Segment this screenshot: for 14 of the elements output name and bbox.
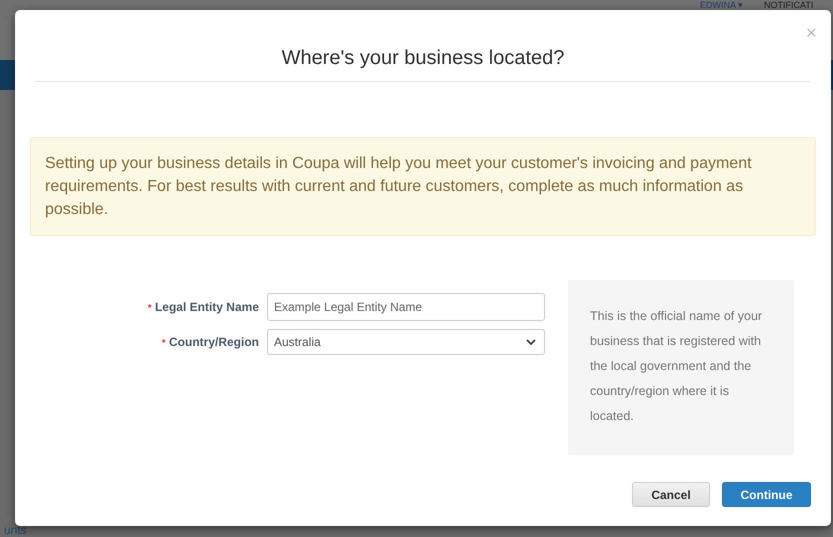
dialog-title: Where's your business located? <box>280 47 566 70</box>
input-field[interactable]: Example Legal Entity Name <box>267 293 545 321</box>
sidebar-link[interactable]: unts <box>4 523 27 537</box>
user-menu[interactable]: EDWINA ▾ <box>700 0 744 10</box>
dropdown[interactable]: Australia <box>267 329 545 355</box>
info-alert: Setting up your business details in Coupa will help you meet your customer's invoicing and payment requirements. For best results with current and future customers, complete as much information as possible. <box>30 137 816 236</box>
field-label: * Legal Entity Name <box>146 300 259 314</box>
close-button[interactable]: × <box>806 24 817 43</box>
continue-button[interactable]: Continue <box>722 482 811 507</box>
cancel-button[interactable]: Cancel <box>632 482 710 507</box>
field-label: * Country/Region <box>160 335 259 349</box>
chevron-down-icon <box>526 339 536 345</box>
help-text: This is the official name of your business that is registered with the local government and the country/region where it is located. <box>568 280 794 455</box>
notifications-link[interactable]: NOTIFICATI <box>764 0 814 10</box>
